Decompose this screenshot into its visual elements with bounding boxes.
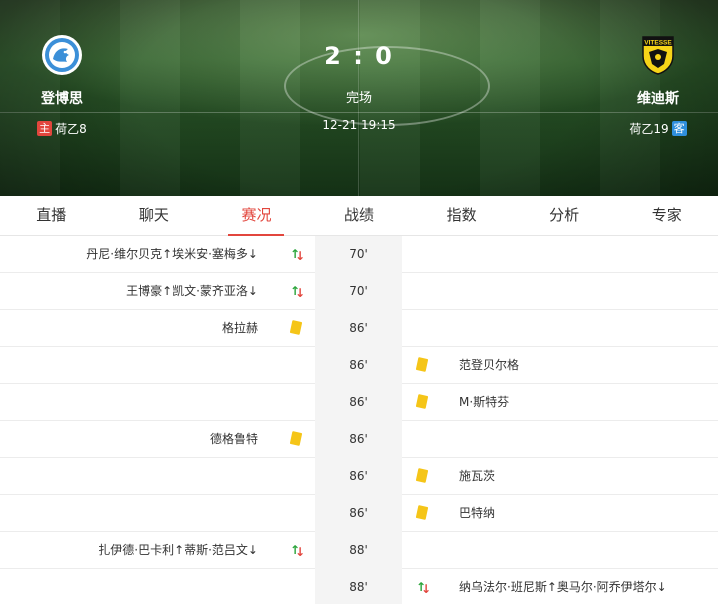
event-text: 王博豪↑凯文·蒙齐亚洛↓ xyxy=(126,284,258,298)
home-event xyxy=(0,384,310,421)
home-event: 王博豪↑凯文·蒙齐亚洛↓ ↑ ↓ xyxy=(0,273,310,310)
home-event: 格拉赫 xyxy=(0,310,310,347)
home-event: 丹尼·维尔贝克↑埃米安·塞梅多↓ ↑ ↓ xyxy=(0,236,310,273)
event-list: 丹尼·维尔贝克↑埃米安·塞梅多↓ ↑ ↓ 70' 王博豪↑凯文·蒙齐亚洛↓ ↑ ↓ … xyxy=(0,236,718,604)
match-header: 登博思 主 荷乙8 2 : 0 完场 12-21 19:15 VITESSE 维… xyxy=(0,0,718,196)
home-tag: 主 xyxy=(37,121,53,136)
event-row: 丹尼·维尔贝克↑埃米安·塞梅多↓ ↑ ↓ 70' xyxy=(0,236,718,273)
event-row: 扎伊德·巴卡利↑蒂斯·范吕文↓ ↑ ↓ 88' xyxy=(0,532,718,569)
home-event xyxy=(0,458,310,495)
away-event xyxy=(402,236,718,273)
home-team-name: 登博思 xyxy=(41,91,83,107)
yellow-card-icon xyxy=(289,431,303,446)
vitesse-crest-icon: VITESSE xyxy=(642,36,674,75)
event-row: 86' M·斯特芬 xyxy=(0,384,718,421)
match-center: 2 : 0 完场 12-21 19:15 xyxy=(259,42,459,132)
away-event xyxy=(402,532,718,569)
tab-record[interactable]: 战绩 xyxy=(308,196,411,235)
event-text: 巴特纳 xyxy=(459,506,496,520)
away-team-info: 荷乙19 客 xyxy=(598,120,718,137)
away-league-rank: 荷乙19 xyxy=(629,122,669,136)
event-row: 86' 巴特纳 xyxy=(0,495,718,532)
tab-match-events[interactable]: 赛况 xyxy=(205,196,308,236)
tab-experts[interactable]: 专家 xyxy=(615,196,718,235)
away-event xyxy=(402,421,718,458)
away-event xyxy=(402,310,718,347)
substitution-icon: ↑ ↓ xyxy=(290,284,306,300)
event-minute: 86' xyxy=(315,458,402,495)
away-event: 范登贝尔格 xyxy=(402,347,718,384)
event-text: 扎伊德·巴卡利↑蒂斯·范吕文↓ xyxy=(98,543,258,557)
tab-chat[interactable]: 聊天 xyxy=(103,196,206,235)
event-row: 88' ↑ ↓ 纳乌法尔·班尼斯↑奥马尔·阿乔伊塔尔↓ xyxy=(0,569,718,604)
event-minute: 86' xyxy=(315,384,402,421)
vitesse-logo-text: VITESSE xyxy=(644,40,672,47)
event-minute: 86' xyxy=(315,421,402,458)
home-event: 德格鲁特 xyxy=(0,421,310,458)
home-event: 扎伊德·巴卡利↑蒂斯·范吕文↓ ↑ ↓ xyxy=(0,532,310,569)
event-minute: 86' xyxy=(315,495,402,532)
yellow-card-icon xyxy=(415,468,429,483)
home-team-info: 主 荷乙8 xyxy=(2,120,122,137)
event-row: 86' 施瓦茨 xyxy=(0,458,718,495)
substitution-icon: ↑ ↓ xyxy=(290,543,306,559)
event-minute: 70' xyxy=(315,236,402,273)
score: 2 : 0 xyxy=(324,42,394,70)
event-text: 丹尼·维尔贝克↑埃米安·塞梅多↓ xyxy=(86,247,258,261)
event-minute: 88' xyxy=(315,569,402,604)
away-event xyxy=(402,273,718,310)
event-minute: 88' xyxy=(315,532,402,569)
home-event xyxy=(0,347,310,384)
tab-bar: 直播 聊天 赛况 战绩 指数 分析 专家 xyxy=(0,196,718,236)
away-team-name: 维迪斯 xyxy=(637,91,679,107)
event-minute: 70' xyxy=(315,273,402,310)
tab-odds[interactable]: 指数 xyxy=(410,196,513,235)
event-row: 德格鲁特 86' xyxy=(0,421,718,458)
event-text: 施瓦茨 xyxy=(459,469,496,483)
event-row: 王博豪↑凯文·蒙齐亚洛↓ ↑ ↓ 70' xyxy=(0,273,718,310)
event-text: 格拉赫 xyxy=(221,321,258,335)
away-event: 施瓦茨 xyxy=(402,458,718,495)
event-minute: 86' xyxy=(315,347,402,384)
event-minute: 86' xyxy=(315,310,402,347)
event-text: 德格鲁特 xyxy=(209,432,258,446)
away-tag: 客 xyxy=(671,121,687,136)
away-event: M·斯特芬 xyxy=(402,384,718,421)
yellow-card-icon xyxy=(289,320,303,335)
home-event xyxy=(0,569,310,604)
substitution-icon: ↑ ↓ xyxy=(290,247,306,263)
yellow-card-icon xyxy=(415,357,429,372)
yellow-card-icon xyxy=(415,505,429,520)
tab-live[interactable]: 直播 xyxy=(0,196,103,235)
event-text: 纳乌法尔·班尼斯↑奥马尔·阿乔伊塔尔↓ xyxy=(459,580,667,594)
away-team[interactable]: VITESSE 维迪斯 荷乙19 客 xyxy=(598,34,718,137)
home-event xyxy=(0,495,310,532)
match-status: 完场 xyxy=(345,91,372,106)
event-text: 范登贝尔格 xyxy=(459,358,520,372)
away-event: ↑ ↓ 纳乌法尔·班尼斯↑奥马尔·阿乔伊塔尔↓ xyxy=(402,569,718,604)
substitution-icon: ↑ ↓ xyxy=(416,580,432,596)
away-event: 巴特纳 xyxy=(402,495,718,532)
event-row: 86' 范登贝尔格 xyxy=(0,347,718,384)
event-text: M·斯特芬 xyxy=(459,395,510,409)
home-team[interactable]: 登博思 主 荷乙8 xyxy=(2,34,122,137)
yellow-card-icon xyxy=(415,394,429,409)
match-datetime: 12-21 19:15 xyxy=(322,118,396,132)
home-league-rank: 荷乙8 xyxy=(55,122,87,136)
den-bosch-crest-icon xyxy=(42,35,82,75)
tab-analysis[interactable]: 分析 xyxy=(513,196,616,235)
event-row: 格拉赫 86' xyxy=(0,310,718,347)
